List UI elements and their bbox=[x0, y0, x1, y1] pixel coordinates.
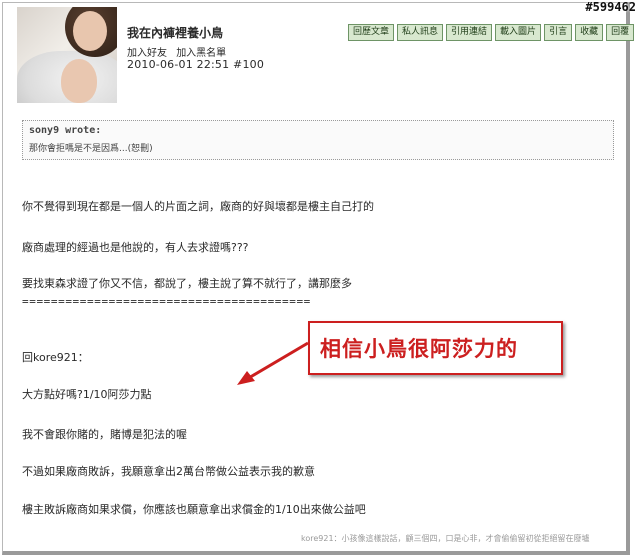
body-line-1: 你不覺得到現在都是一個人的片面之詞，廠商的好與壞都是樓主自己打的 bbox=[22, 200, 374, 213]
favorite-button[interactable]: 收藏 bbox=[575, 24, 604, 41]
body-line-7: 不過如果廠商敗訴，我願意拿出2萬台幣做公益表示我的歉意 bbox=[22, 465, 315, 478]
avatar[interactable] bbox=[17, 7, 117, 103]
body-line-3: 要找東森求證了你又不信，都說了，樓主說了算不就行了，講那麼多 bbox=[22, 277, 352, 290]
post-actions: 回歷文章 私人訊息 引用連結 載入圖片 引言 收藏 回覆 bbox=[348, 24, 635, 41]
callout-box: 相信小鳥很阿莎力的 bbox=[308, 321, 563, 375]
avatar-neck-shape bbox=[61, 59, 97, 103]
post-number[interactable]: #100 bbox=[233, 58, 264, 71]
load-images-button[interactable]: 載入圖片 bbox=[495, 24, 542, 41]
private-message-button[interactable]: 私人訊息 bbox=[397, 24, 444, 41]
poster-links: 加入好友 加入黑名單 bbox=[127, 44, 232, 59]
watermark: #599462 bbox=[585, 0, 636, 14]
quote-author: sony9 wrote: bbox=[29, 125, 102, 136]
quote-button[interactable]: 引言 bbox=[544, 24, 573, 41]
body-line-5: 大方點好嗎?1/10阿莎力點 bbox=[22, 388, 152, 401]
poster-name[interactable]: 我在內褲裡養小鳥 bbox=[127, 24, 223, 41]
body-line-4: 回kore921： bbox=[22, 351, 89, 364]
red-arrow-icon bbox=[237, 341, 309, 385]
post-meta: 2010-06-01 22:51 #100 bbox=[127, 58, 264, 71]
quote-box: sony9 wrote: 那你會拒嗎是不是因爲...(恕刪) bbox=[22, 120, 614, 160]
body-line-8: 樓主敗訴廠商如果求償，你應該也願意拿出求償金的1/10出來做公益吧 bbox=[22, 503, 366, 516]
body-line-2: 廠商處理的經過也是他說的，有人去求證嗎??? bbox=[22, 241, 249, 254]
quote-link-button[interactable]: 引用連結 bbox=[446, 24, 493, 41]
reply-button[interactable]: 回覆 bbox=[606, 24, 635, 41]
history-button[interactable]: 回歷文章 bbox=[348, 24, 395, 41]
callout-text: 相信小鳥很阿莎力的 bbox=[320, 337, 518, 361]
separator-line: ======================================== bbox=[22, 295, 311, 308]
avatar-face-shape bbox=[73, 11, 107, 51]
body-line-6: 我不會跟你賭的，賭博是犯法的喔 bbox=[22, 428, 187, 441]
quote-text: 那你會拒嗎是不是因爲...(恕刪) bbox=[29, 144, 153, 154]
signature-text: kore921：小孩像這樣說話，顧三個四，口是心非，才會偷偷留初從拒絕留在廢壚 bbox=[301, 534, 590, 543]
post-frame: 我在內褲裡養小鳥 加入好友 加入黑名單 2010-06-01 22:51 #10… bbox=[2, 2, 635, 555]
post-datetime: 2010-06-01 22:51 bbox=[127, 58, 230, 71]
